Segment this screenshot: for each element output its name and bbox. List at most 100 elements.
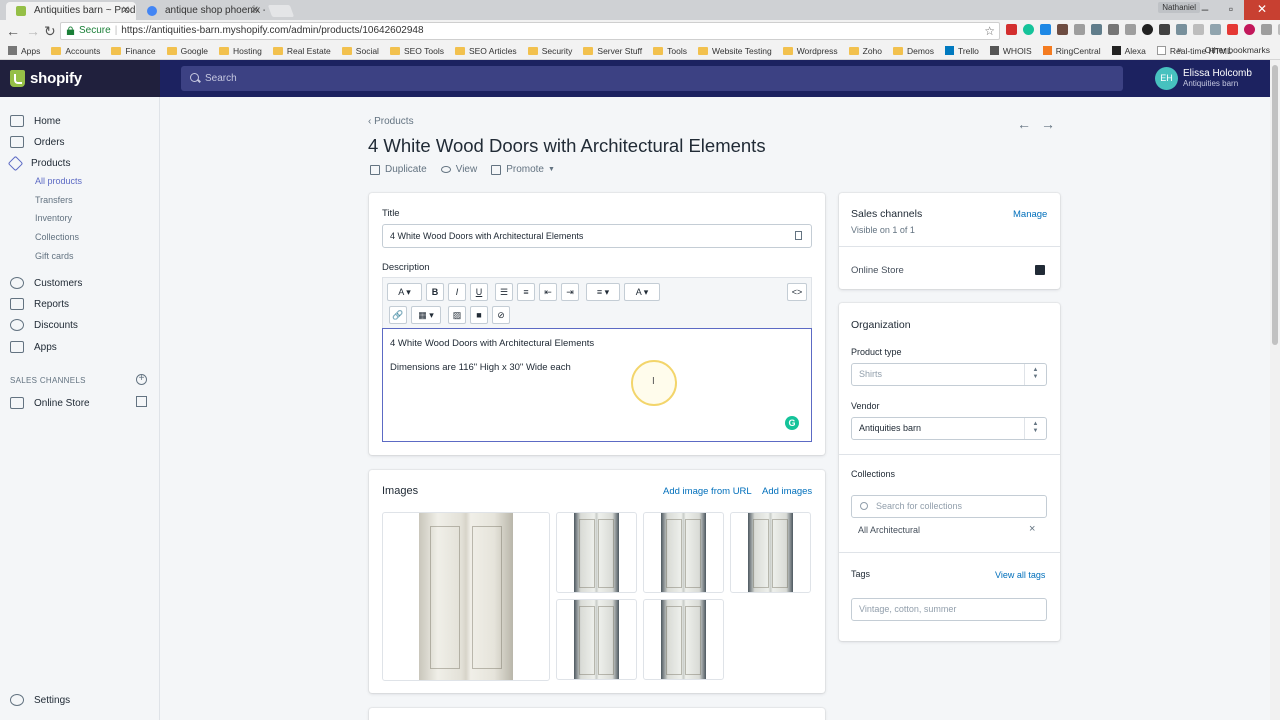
sidebar-item-orders[interactable]: Orders: [10, 133, 65, 151]
user-menu[interactable]: EH Elissa Holcomb Antiquities barn: [1155, 67, 1252, 90]
title-input[interactable]: 4 White Wood Doors with Architectural El…: [382, 224, 812, 248]
align-dropdown[interactable]: ≡ ▾: [586, 283, 620, 301]
close-window-icon[interactable]: ✕: [1244, 0, 1280, 20]
italic-button[interactable]: I: [448, 283, 466, 301]
indent-icon[interactable]: ⇥: [561, 283, 579, 301]
new-tab-button[interactable]: [267, 5, 295, 17]
extension-icon[interactable]: [1261, 24, 1272, 35]
product-image-thumb[interactable]: [556, 599, 637, 680]
sidebar-sub-collections[interactable]: Collections: [35, 232, 79, 242]
tags-input[interactable]: Vintage, cotton, summer: [851, 598, 1047, 621]
bold-button[interactable]: B: [426, 283, 444, 301]
add-sales-channel-icon[interactable]: +: [136, 374, 147, 385]
description-editor[interactable]: 4 White Wood Doors with Architectural El…: [382, 328, 812, 442]
bookmark-folder[interactable]: Accounts: [51, 46, 100, 56]
clear-formatting-icon[interactable]: ⊘: [492, 306, 510, 324]
extension-icon[interactable]: [1210, 24, 1221, 35]
shopify-logo[interactable]: shopify: [0, 60, 160, 97]
sidebar-item-customers[interactable]: Customers: [10, 274, 82, 292]
more-bookmarks-button[interactable]: »: [1177, 44, 1182, 54]
manage-channels-link[interactable]: Manage: [1013, 209, 1047, 220]
previous-product-arrow-icon[interactable]: ←: [1017, 116, 1031, 132]
browser-tab-shopify[interactable]: Antiquities barn ~ Produ ✕: [6, 2, 136, 20]
bookmark-folder[interactable]: Wordpress: [782, 46, 838, 56]
bookmark-folder[interactable]: Security: [527, 46, 572, 56]
product-type-select[interactable]: Shirts ▲ ▼: [851, 363, 1047, 386]
external-link-icon[interactable]: [136, 396, 147, 407]
bookmark-folder[interactable]: Social: [341, 46, 379, 56]
forward-arrow-icon[interactable]: →: [26, 22, 40, 40]
bookmark-folder[interactable]: Demos: [893, 46, 934, 56]
calendar-icon[interactable]: [1035, 265, 1045, 275]
url-input[interactable]: Secure | https://antiquities-barn.myshopif…: [60, 22, 1000, 40]
product-image-main[interactable]: [382, 512, 550, 681]
extension-icon[interactable]: [1125, 24, 1136, 35]
sidebar-item-settings[interactable]: Settings: [10, 691, 70, 709]
tab-close-icon[interactable]: ✕: [122, 2, 130, 20]
extension-icon[interactable]: [1074, 24, 1085, 35]
bookmark-folder[interactable]: SEO Tools: [389, 46, 444, 56]
image-icon[interactable]: ▨: [448, 306, 466, 324]
bookmark-apps[interactable]: Apps: [8, 46, 40, 56]
bookmark-folder[interactable]: Website Testing: [697, 46, 772, 56]
bookmark-folder[interactable]: Google: [166, 46, 208, 56]
view-button[interactable]: View: [440, 164, 477, 175]
extension-icon[interactable]: [1108, 24, 1119, 35]
sidebar-item-reports[interactable]: Reports: [10, 295, 69, 313]
duplicate-button[interactable]: Duplicate: [370, 164, 427, 175]
sidebar-sub-gift-cards[interactable]: Gift cards: [35, 251, 74, 261]
extension-icon[interactable]: [1040, 24, 1051, 35]
add-image-from-url-link[interactable]: Add image from URL: [663, 486, 752, 497]
sidebar-item-apps[interactable]: Apps: [10, 338, 57, 356]
product-image-thumb[interactable]: [730, 512, 811, 593]
sidebar-sub-all-products[interactable]: All products: [35, 176, 82, 186]
extension-icon[interactable]: [1142, 24, 1153, 35]
product-image-thumb[interactable]: [556, 512, 637, 593]
extension-icon[interactable]: [1057, 24, 1068, 35]
bookmark-folder[interactable]: Finance: [111, 46, 156, 56]
bookmark-folder[interactable]: SEO Articles: [454, 46, 517, 56]
extension-icon[interactable]: [1227, 24, 1238, 35]
bookmark-folder[interactable]: Hosting: [219, 46, 262, 56]
browser-tab-google[interactable]: antique shop phoenix - ✕: [137, 2, 265, 20]
html-toggle-button[interactable]: <>: [787, 283, 807, 301]
scrollbar-thumb[interactable]: [1272, 65, 1278, 345]
numbered-list-icon[interactable]: ≡: [517, 283, 535, 301]
other-bookmarks[interactable]: Other bookmarks: [1205, 45, 1270, 55]
bookmark-folder[interactable]: Server Stuff: [583, 46, 642, 56]
text-color-dropdown[interactable]: A ▾: [624, 283, 660, 301]
bullet-list-icon[interactable]: ☰: [495, 283, 513, 301]
minimize-icon[interactable]: –: [1192, 0, 1218, 20]
bookmark-trello[interactable]: Trello: [944, 46, 979, 56]
pinterest-extension-icon[interactable]: [1244, 24, 1255, 35]
link-icon[interactable]: 🔗: [389, 306, 407, 324]
collections-search-input[interactable]: Search for collections: [851, 495, 1047, 518]
sidebar-sub-transfers[interactable]: Transfers: [35, 195, 73, 205]
next-product-arrow-icon[interactable]: →: [1041, 116, 1055, 132]
table-dropdown[interactable]: ▦ ▾: [411, 306, 441, 324]
product-image-thumb[interactable]: [643, 599, 724, 680]
underline-button[interactable]: U: [470, 283, 488, 301]
bookmark-folder[interactable]: Zoho: [848, 46, 882, 56]
bookmark-folder[interactable]: Tools: [653, 46, 687, 56]
tab-close-icon[interactable]: ✕: [251, 2, 259, 20]
admin-search-input[interactable]: Search: [181, 66, 1123, 91]
sidebar-item-online-store[interactable]: Online Store: [10, 394, 90, 412]
extension-icon[interactable]: [1006, 24, 1017, 35]
bookmark-star-icon[interactable]: ☆: [984, 23, 995, 39]
outdent-icon[interactable]: ⇤: [539, 283, 557, 301]
view-all-tags-link[interactable]: View all tags: [995, 570, 1045, 580]
grammarly-icon[interactable]: G: [785, 416, 799, 430]
sidebar-item-home[interactable]: Home: [10, 112, 61, 130]
extension-icon[interactable]: [1193, 24, 1204, 35]
promote-button[interactable]: Promote ▼: [491, 164, 555, 175]
sidebar-sub-inventory[interactable]: Inventory: [35, 213, 72, 223]
sidebar-item-discounts[interactable]: Discounts: [10, 316, 78, 334]
grammarly-extension-icon[interactable]: [1023, 24, 1034, 35]
reload-icon[interactable]: ↻: [44, 22, 56, 40]
bookmark-whois[interactable]: WHOIS: [989, 46, 1032, 56]
font-style-dropdown[interactable]: A ▾: [387, 283, 422, 301]
remove-collection-icon[interactable]: ×: [1029, 523, 1035, 535]
video-icon[interactable]: ■: [470, 306, 488, 324]
bookmark-alexa[interactable]: Alexa: [1111, 46, 1146, 56]
